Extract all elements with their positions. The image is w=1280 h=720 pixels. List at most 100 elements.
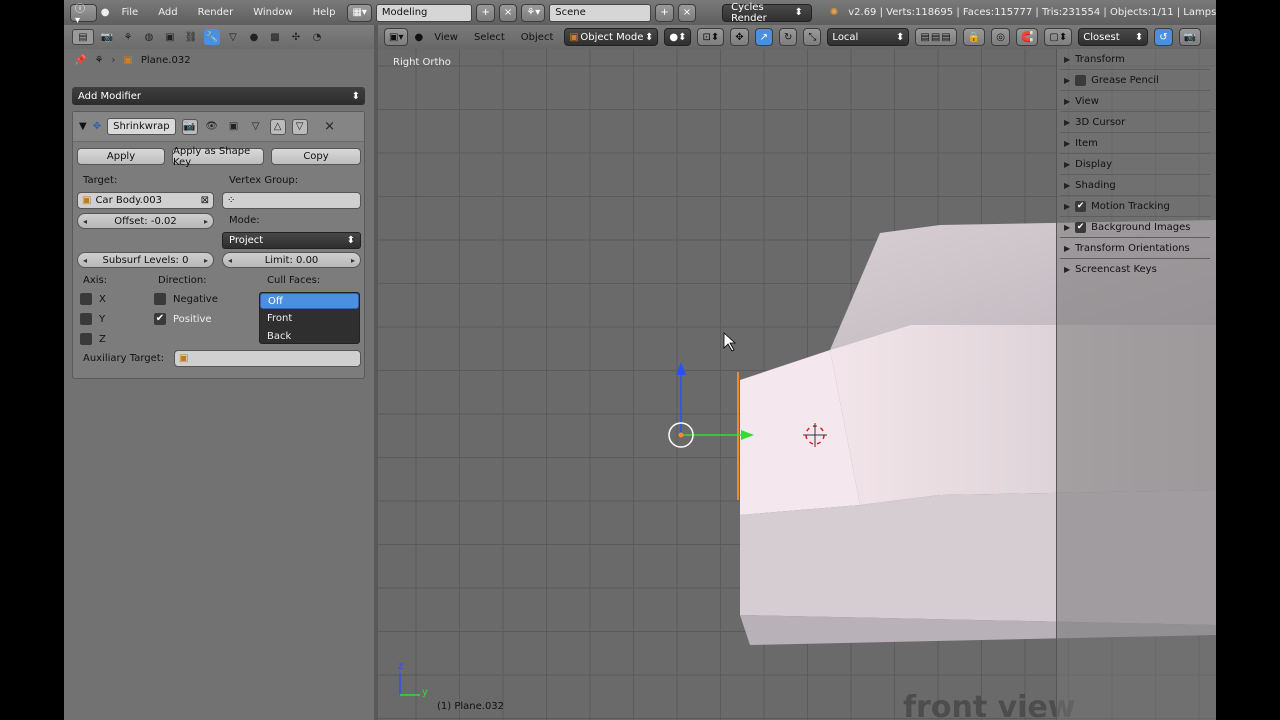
shading-select[interactable]: ●⬍ xyxy=(664,28,692,46)
proportional-edit-icon[interactable]: ◎ xyxy=(991,28,1010,46)
grease-pencil-checkbox[interactable] xyxy=(1075,74,1087,86)
world-tab-icon[interactable]: ◍ xyxy=(141,29,157,45)
material-tab-icon[interactable]: ● xyxy=(246,29,262,45)
layout-add-icon[interactable]: + xyxy=(476,3,495,22)
close-icon[interactable]: × xyxy=(322,119,338,135)
apply-shape-key-button[interactable]: Apply as Shape Key xyxy=(172,146,264,168)
negative-checkbox[interactable] xyxy=(154,293,166,305)
panel-grease-pencil[interactable]: ▶ Grease Pencil xyxy=(1060,70,1210,91)
collapse-icon[interactable]: ● xyxy=(414,32,423,43)
scene-field[interactable]: Scene xyxy=(549,3,652,22)
editmode-toggle-icon[interactable]: ▣ xyxy=(226,119,242,135)
layout-field[interactable]: Modeling xyxy=(375,3,473,22)
subsurf-levels-field[interactable]: ◂ Subsurf Levels: 0 ▸ xyxy=(77,252,214,268)
axis-x-checkbox[interactable] xyxy=(80,293,92,305)
background-images-checkbox[interactable]: ✔ xyxy=(1075,221,1087,233)
collapse-arrow-icon[interactable]: ▼ xyxy=(79,121,87,132)
manipulator-icon[interactable]: ✥ xyxy=(730,28,749,46)
negative-label: Negative xyxy=(173,294,218,305)
snap-align-icon[interactable]: ↺ xyxy=(1154,28,1173,46)
panel-transform-orientations[interactable]: ▶ Transform Orientations xyxy=(1060,238,1210,259)
target-field[interactable]: ▣ Car Body.003 ⊠ xyxy=(77,192,214,209)
menu-window[interactable]: Window xyxy=(245,7,300,18)
panel-display[interactable]: ▶ Display xyxy=(1060,154,1210,175)
object-tab-icon[interactable]: ▣ xyxy=(162,29,178,45)
info-editor-icon[interactable]: ⓘ ▾ xyxy=(70,3,97,26)
collapse-icon[interactable]: ● xyxy=(101,7,110,18)
apply-button[interactable]: Apply xyxy=(77,148,165,165)
pin-icon[interactable]: 📌 xyxy=(74,55,86,66)
scene-icon[interactable]: ⚘▾ xyxy=(521,3,546,22)
panel-background-images[interactable]: ▶ ✔ Background Images xyxy=(1060,217,1210,238)
expand-icon: ▶ xyxy=(1064,222,1071,232)
snap-target-select[interactable]: Closest ⬍ xyxy=(1078,28,1149,46)
layers-icon[interactable]: ▤▤▤ xyxy=(915,28,957,46)
snap-icon[interactable]: 🧲 xyxy=(1015,28,1039,46)
positive-checkbox[interactable]: ✔ xyxy=(154,313,166,325)
translate-icon[interactable]: ↗ xyxy=(754,28,774,46)
rotate-icon[interactable]: ↻ xyxy=(779,28,798,46)
add-modifier-select[interactable]: Add Modifier ⬍ xyxy=(72,87,365,105)
copy-button[interactable]: Copy xyxy=(271,148,361,165)
menu-render[interactable]: Render xyxy=(190,7,242,18)
cage-toggle-icon[interactable]: ▽ xyxy=(248,119,264,135)
menu-select[interactable]: Select xyxy=(469,32,510,43)
panel-screencast-keys-label: Screencast Keys xyxy=(1075,264,1157,275)
physics-tab-icon[interactable]: ◔ xyxy=(309,29,325,45)
scene-add-icon[interactable]: + xyxy=(655,3,674,22)
menu-add[interactable]: Add xyxy=(150,7,185,18)
texture-tab-icon[interactable]: ▩ xyxy=(267,29,283,45)
particles-tab-icon[interactable]: ✣ xyxy=(288,29,304,45)
panel-view[interactable]: ▶ View xyxy=(1060,91,1210,112)
axis-y-checkbox[interactable] xyxy=(80,313,92,325)
panel-3d-cursor[interactable]: ▶ 3D Cursor xyxy=(1060,112,1210,133)
panel-item-label: Item xyxy=(1075,137,1098,149)
clear-target-icon[interactable]: ⊠ xyxy=(201,195,209,206)
move-down-icon[interactable]: ▽ xyxy=(291,118,308,135)
cull-option-front[interactable]: Front xyxy=(260,309,359,327)
panel-screencast-keys[interactable]: ▶ Screencast Keys xyxy=(1060,259,1210,280)
cull-option-back[interactable]: Back xyxy=(260,327,359,345)
layout-remove-icon[interactable]: × xyxy=(498,3,518,22)
orientation-select[interactable]: Local ⬍ xyxy=(827,28,910,46)
pivot-icon[interactable]: ⊡⬍ xyxy=(697,28,725,46)
modifier-name-field[interactable]: Shrinkwrap xyxy=(107,118,176,135)
menu-object[interactable]: Object xyxy=(516,32,559,43)
mode-select[interactable]: ▣ Object Mode ⬍ xyxy=(564,28,659,46)
render-toggle-icon[interactable]: 📷 xyxy=(181,118,198,135)
editor-type-icon[interactable]: ▤ xyxy=(72,29,94,45)
panel-motion-tracking[interactable]: ▶ ✔ Motion Tracking xyxy=(1060,196,1210,217)
menu-help[interactable]: Help xyxy=(305,7,344,18)
layout-icon[interactable]: ▦▾ xyxy=(347,3,372,22)
render-icon[interactable]: 📷 xyxy=(1178,28,1202,46)
scale-icon[interactable]: ⤡ xyxy=(803,28,822,46)
motion-tracking-checkbox[interactable]: ✔ xyxy=(1075,200,1087,212)
modifiers-tab-icon[interactable]: 🔧 xyxy=(204,29,220,45)
lock-layers-icon[interactable]: 🔒 xyxy=(962,28,986,46)
menu-file[interactable]: File xyxy=(113,7,146,18)
scene-remove-icon[interactable]: × xyxy=(677,3,697,22)
move-up-icon[interactable]: △ xyxy=(269,118,286,135)
viewport-toggle-icon[interactable]: 👁 xyxy=(204,119,220,135)
render-engine-label: Cycles Render xyxy=(731,1,767,24)
render-engine-select[interactable]: Cycles Render ⬍ xyxy=(722,1,812,24)
cull-option-off[interactable]: Off xyxy=(260,293,359,309)
panel-item[interactable]: ▶ Item xyxy=(1060,133,1210,154)
axis-label: Axis: xyxy=(83,275,108,286)
mode-select[interactable]: Project ⬍ xyxy=(222,232,361,249)
data-tab-icon[interactable]: ▽ xyxy=(225,29,241,45)
menu-view[interactable]: View xyxy=(429,32,463,43)
axis-z-indicator: z xyxy=(398,661,404,672)
scene-tab-icon[interactable]: ⚘ xyxy=(120,29,136,45)
axis-z-checkbox[interactable] xyxy=(80,333,92,345)
vertex-group-field[interactable]: ⁘ xyxy=(222,192,361,209)
render-tab-icon[interactable]: 📷 xyxy=(99,29,115,45)
snap-element-icon[interactable]: ▢⬍ xyxy=(1044,28,1073,46)
limit-field[interactable]: ◂ Limit: 0.00 ▸ xyxy=(222,252,361,268)
constraints-tab-icon[interactable]: ⛓ xyxy=(183,29,199,45)
offset-field[interactable]: ◂ Offset: -0.02 ▸ xyxy=(77,213,214,229)
panel-transform[interactable]: ▶ Transform xyxy=(1060,49,1210,70)
viewport-editor-icon[interactable]: ▣▾ xyxy=(384,28,409,46)
auxiliary-target-field[interactable]: ▣ xyxy=(174,350,361,367)
panel-shading[interactable]: ▶ Shading xyxy=(1060,175,1210,196)
